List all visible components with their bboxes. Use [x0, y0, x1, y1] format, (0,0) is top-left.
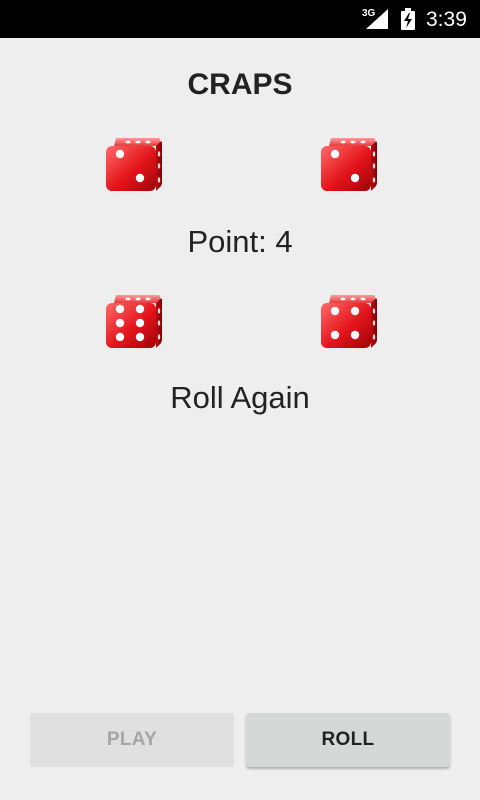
craps-screen: CRAPS Point: 4 Roll Again PLAY ROLL: [0, 38, 480, 800]
play-button[interactable]: PLAY: [30, 713, 234, 767]
die-icon: [321, 295, 377, 348]
roll-die-1: [106, 293, 162, 349]
die-icon: [106, 295, 162, 348]
point-die-1: [106, 136, 162, 192]
die-icon: [321, 138, 377, 191]
result-label: Roll Again: [170, 380, 310, 415]
point-die-2: [321, 136, 377, 192]
roll-die-2: [321, 293, 377, 349]
roll-button[interactable]: ROLL: [246, 713, 450, 767]
page-title: CRAPS: [187, 68, 293, 101]
point-label: Point: 4: [187, 224, 293, 259]
battery-icon: [401, 8, 415, 30]
signal-icon: [366, 9, 388, 29]
die-icon: [106, 138, 162, 191]
clock: 3:39: [426, 8, 467, 31]
status-bar: 3G 3:39: [0, 0, 480, 38]
